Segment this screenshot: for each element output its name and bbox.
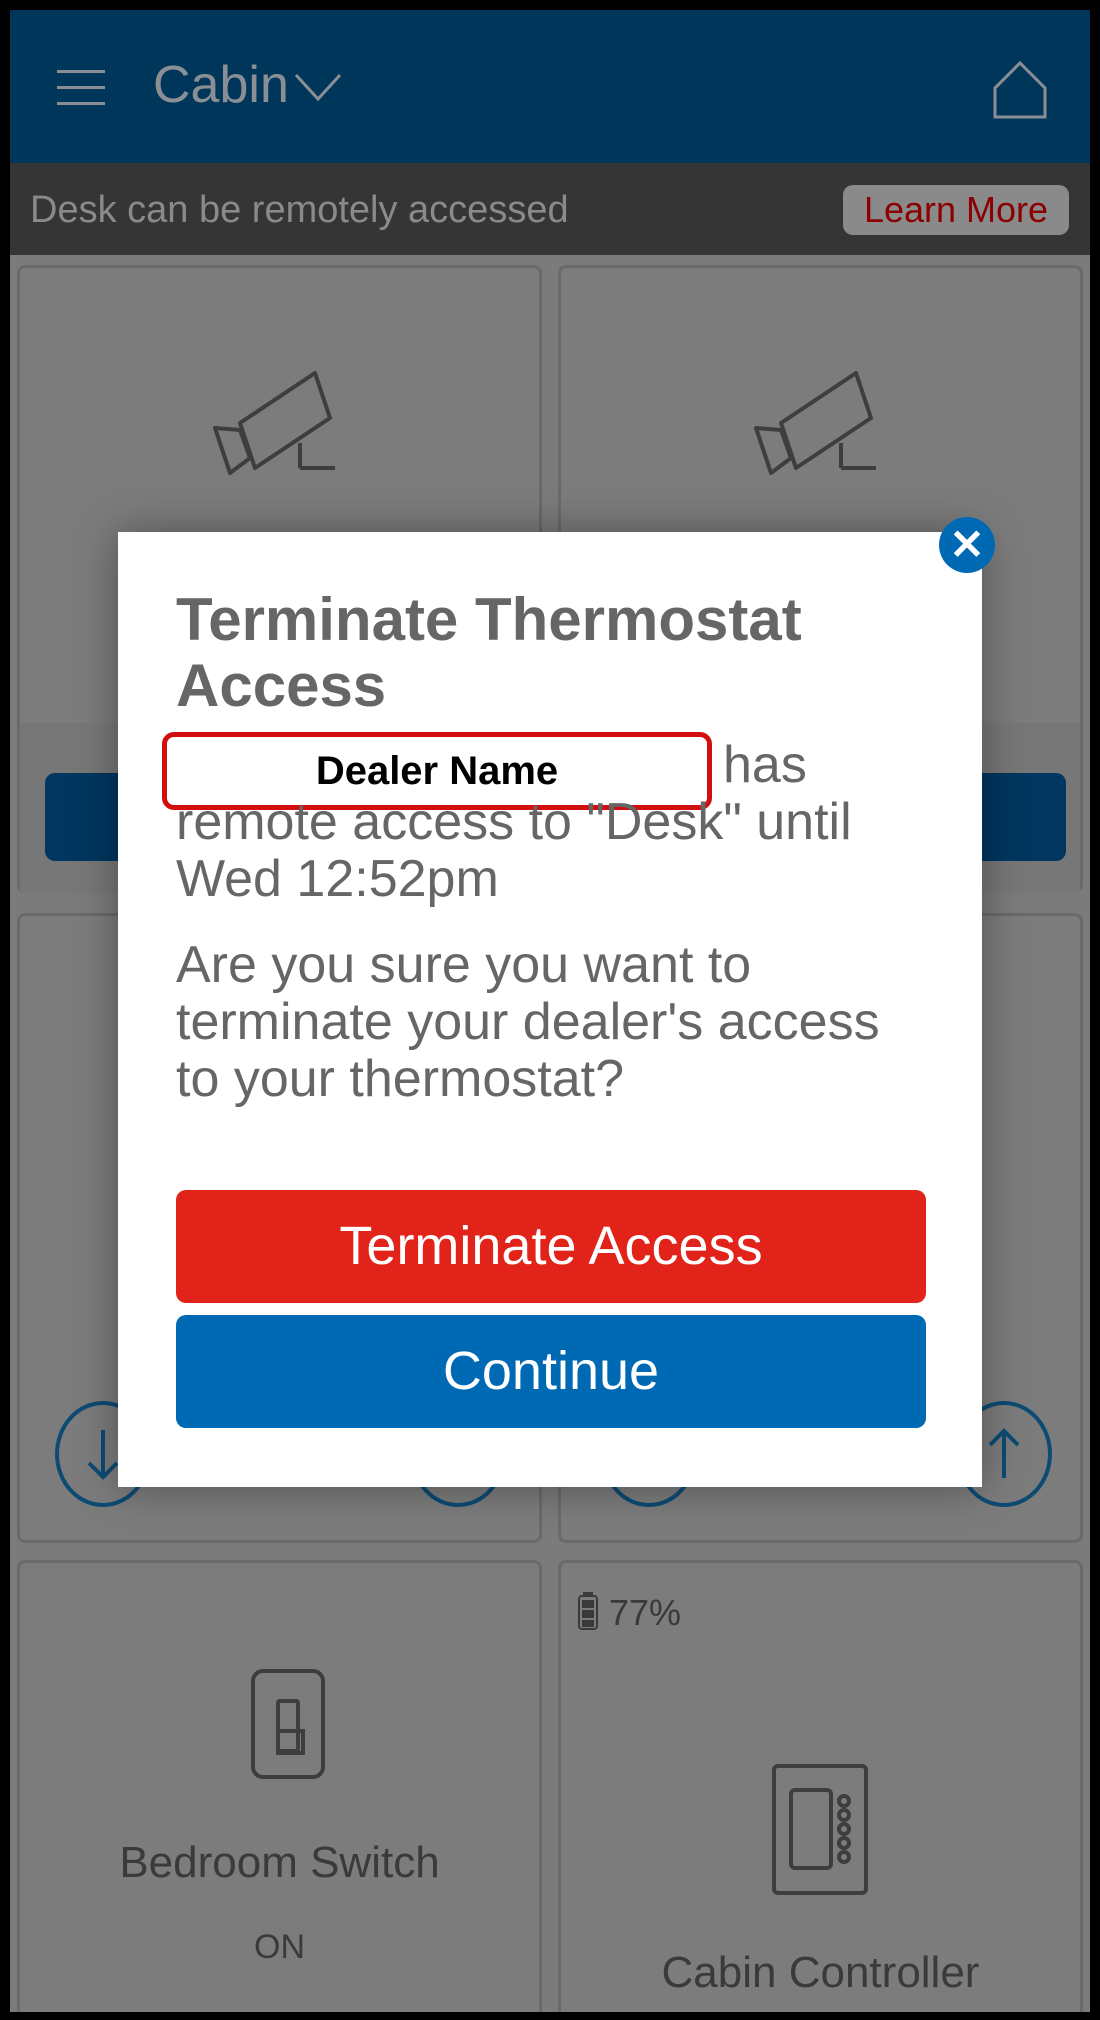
site-name: Cabin [153,56,289,114]
device-name: Cabin Controller [661,1948,980,1997]
home-icon[interactable] [992,60,1048,120]
continue-button[interactable]: Continue [176,1315,926,1428]
confirmation-question: Are you sure you want to terminate your … [176,936,880,1108]
battery-percent: 77% [609,1592,682,1633]
access-expiry: Wed 12:52pm [176,850,499,908]
cabin-controller-tile[interactable]: 77% Cabin Controller [558,1560,1083,2012]
light-switch-icon [251,1669,325,1779]
device-name: Bedroom Switch [119,1838,440,1887]
learn-more-button[interactable]: Learn More [843,185,1069,235]
close-dialog-button[interactable]: ✕ [939,517,995,573]
access-text-line-2: remote access to "Desk" until [176,793,852,851]
controller-panel-icon [772,1764,868,1895]
battery-icon [578,1592,598,1630]
dialog-title: Terminate Thermostat Access [176,586,802,719]
top-app-bar: Cabin [10,10,1090,163]
remote-access-banner: Desk can be remotely accessed Learn More [10,163,1090,255]
terminate-access-dialog: Terminate Thermostat Access Dealer Name … [118,532,982,1487]
security-camera-icon [754,371,876,475]
banner-text: Desk can be remotely accessed [30,189,569,231]
site-selector[interactable]: Cabin [153,55,289,115]
chevron-down-icon[interactable] [293,72,343,102]
bedroom-switch-tile[interactable]: Bedroom Switch ON [17,1560,542,2012]
security-camera-icon [213,371,335,475]
device-status: ON [254,1928,305,1966]
app-screen: Cabin Desk can be remotely accessed Lear… [10,10,1090,2012]
close-icon: ✕ [949,521,985,568]
terminate-access-button[interactable]: Terminate Access [176,1190,926,1303]
access-text-has: has [723,736,807,794]
hamburger-menu-icon[interactable] [57,70,105,106]
battery-status: 77% [577,1591,681,1634]
